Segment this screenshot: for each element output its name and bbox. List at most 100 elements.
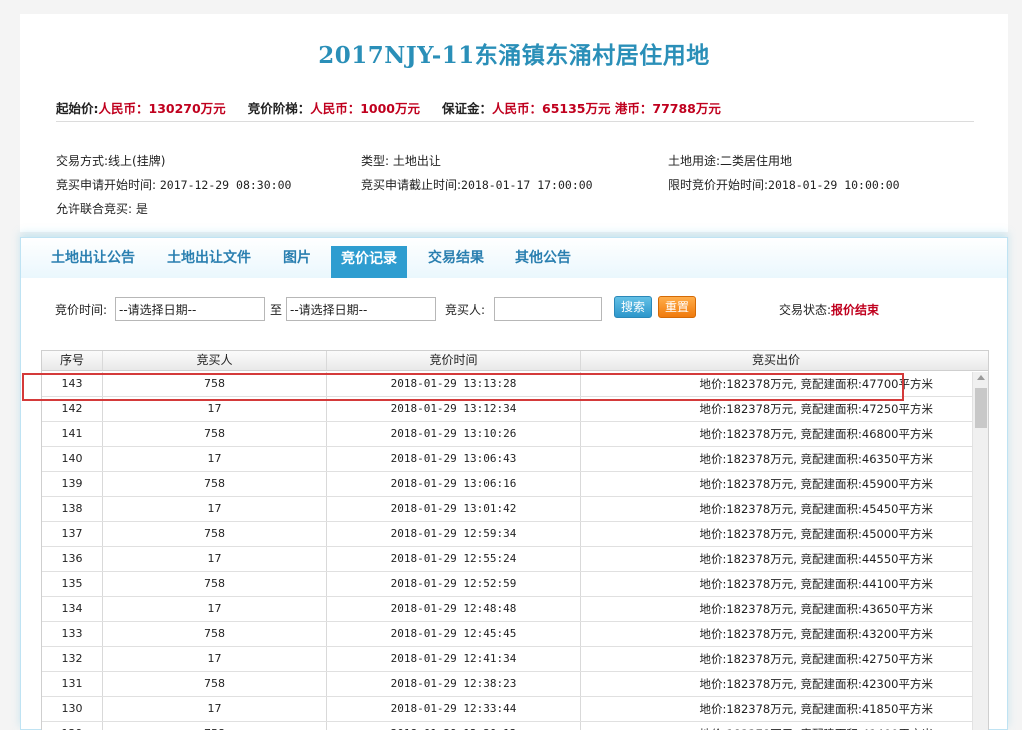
cell-bidder: 758 (103, 522, 327, 546)
table-row: 138 17 2018-01-29 13:01:42 地价:182378万元, 竞配建… (42, 497, 972, 522)
bidder-input[interactable] (494, 297, 602, 321)
table-row: 1297582018-01-29 12:30:12地价:182378万元, 竞配… (42, 722, 972, 730)
cell-bidder: 758 (103, 622, 327, 646)
cell-time: 2018-01-29 12:59:34 (327, 522, 581, 546)
cell-time: 2018-01-29 13:06:43 (327, 447, 581, 471)
table-row: 139 758 2018-01-29 13:06:16 地价:182378万元, 竞配… (42, 472, 972, 497)
tab-pictures[interactable]: 图片 (283, 246, 311, 276)
tab-bid-records[interactable]: 竞价记录 (331, 246, 407, 278)
apply-start: 竞买申请开始时间: 2017-12-29 08:30:00 (56, 176, 291, 193)
cell-offer: 地价:182378万元, 竞配建面积:43200平方米 (699, 627, 933, 641)
cell-offer: 地价:182378万元, 竞配建面积:47700平方米 (699, 377, 933, 391)
trade-status: 交易状态:报价结束 (779, 301, 879, 318)
cell-offer: 地价:182378万元, 竞配建面积:44100平方米 (699, 577, 933, 591)
start-date-input[interactable] (115, 297, 265, 321)
cell-offer: 地价:182378万元, 竞配建面积:42300平方米 (699, 677, 933, 691)
cell-no: 129 (42, 722, 103, 730)
cell-no: 133 (42, 622, 103, 646)
tab-documents[interactable]: 土地出让文件 (167, 246, 251, 276)
cell-offer: 地价:182378万元, 竞配建面积:44550平方米 (699, 552, 933, 566)
tab-announcement[interactable]: 土地出让公告 (51, 246, 135, 276)
table-row: 134 17 2018-01-29 12:48:48 地价:182378万元, 竞配建… (42, 597, 972, 622)
tab-results[interactable]: 交易结果 (428, 246, 484, 276)
bidder-label: 竞买人: (445, 303, 486, 317)
cell-no: 143 (42, 372, 103, 396)
cell-offer: 地价:182378万元, 竞配建面积:45900平方米 (699, 477, 933, 491)
apply-start-value: 2017-12-29 08:30:00 (159, 178, 292, 192)
cell-time: 2018-01-29 13:06:16 (327, 472, 581, 496)
cell-bidder: 758 (103, 722, 327, 730)
cell-no: 130 (42, 697, 103, 721)
cell-time: 2018-01-29 13:01:42 (327, 497, 581, 521)
land-info-card: 2017NJY-11东涌镇东涌村居住用地 起始价:人民币：130270万元 竞价阶… (20, 14, 1008, 232)
tab-bar: 土地出让公告 土地出让文件 图片 竞价记录 交易结果 其他公告 (21, 238, 1007, 278)
limit-start: 限时竞价开始时间:2018-01-29 10:00:00 (668, 176, 900, 193)
table-row: 136 17 2018-01-29 12:55:24 地价:182378万元, 竞配建… (42, 547, 972, 572)
cell-no: 134 (42, 597, 103, 621)
cell-time: 2018-01-29 12:45:45 (327, 622, 581, 646)
cell-bidder: 17 (103, 447, 327, 471)
apply-start-label: 竞买申请开始时间: (56, 178, 157, 192)
table-row: 131 758 2018-01-29 12:38:23 地价:182378万元, 竞配… (42, 672, 972, 697)
land-usage: 土地用途:二类居住用地 (668, 154, 793, 168)
end-date-input[interactable] (286, 297, 436, 321)
reset-button[interactable]: 重置 (658, 296, 696, 318)
table-row: 140 17 2018-01-29 13:06:43 地价:182378万元, 竞配建… (42, 447, 972, 472)
cell-bidder: 758 (103, 672, 327, 696)
cell-bidder: 17 (103, 397, 327, 421)
trade-status-label: 交易状态: (779, 303, 832, 317)
table-row: 133 758 2018-01-29 12:45:45 地价:182378万元, 竞配… (42, 622, 972, 647)
header-time: 竞价时间 (327, 351, 581, 370)
cell-offer: 地价:182378万元, 竞配建面积:45000平方米 (699, 527, 933, 541)
table-row: 135 758 2018-01-29 12:52:59 地价:182378万元, 竞配… (42, 572, 972, 597)
apply-end-label: 竞买申请截止时间: (361, 178, 462, 192)
header-bidder: 竞买人 (103, 351, 327, 370)
table-row: 137 758 2018-01-29 12:59:34 地价:182378万元, 竞配… (42, 522, 972, 547)
bid-step-value: 人民币：1000万元 (310, 101, 420, 116)
cell-bidder: 17 (103, 547, 327, 571)
cell-no: 138 (42, 497, 103, 521)
cell-time: 2018-01-29 12:52:59 (327, 572, 581, 596)
bid-time-label: 竞价时间: (55, 303, 108, 317)
search-button[interactable]: 搜索 (614, 296, 652, 318)
table-body: 143 758 2018-01-29 13:13:28 地价:182378万元, 竞配… (42, 372, 972, 730)
cell-no: 141 (42, 422, 103, 446)
cell-no: 137 (42, 522, 103, 546)
cell-bidder: 17 (103, 497, 327, 521)
start-price-label: 起始价: (56, 101, 99, 116)
limit-start-value: 2018-01-29 10:00:00 (768, 178, 900, 192)
cell-time: 2018-01-29 12:55:24 (327, 547, 581, 571)
table-header: 序号 竞买人 竞价时间 竞买出价 (42, 351, 988, 371)
deposit-hkd-value: 77788万元 (652, 101, 721, 116)
scroll-up-icon[interactable] (977, 375, 985, 380)
apply-end: 竞买申请截止时间:2018-01-17 17:00:00 (361, 176, 593, 193)
vertical-scrollbar[interactable] (972, 372, 988, 730)
cell-time: 2018-01-29 13:12:34 (327, 397, 581, 421)
apply-end-value: 2018-01-17 17:00:00 (461, 178, 593, 192)
cell-no: 131 (42, 672, 103, 696)
cell-time: 2018-01-29 12:33:44 (327, 697, 581, 721)
deposit-label: 保证金： (442, 101, 493, 116)
divider (56, 121, 974, 122)
cell-bidder: 17 (103, 697, 327, 721)
cell-offer: 地价:182378万元, 竞配建面积:46800平方米 (699, 427, 933, 441)
tab-other[interactable]: 其他公告 (515, 246, 571, 276)
cell-time: 2018-01-29 12:30:12 (327, 722, 581, 730)
start-price-value: 人民币：130270万元 (98, 101, 226, 116)
cell-time: 2018-01-29 12:41:34 (327, 647, 581, 671)
cell-bidder: 17 (103, 647, 327, 671)
cell-offer: 地价:182378万元, 竞配建面积:46350平方米 (699, 452, 933, 466)
cell-time: 2018-01-29 13:13:28 (327, 372, 581, 396)
bid-records-table: 序号 竞买人 竞价时间 竞买出价 143 758 2018-01-29 13:13:… (41, 350, 989, 730)
cell-no: 139 (42, 472, 103, 496)
deposit-rmb-value: 人民币：65135万元 (492, 101, 611, 116)
cell-no: 140 (42, 447, 103, 471)
table-row: 130 17 2018-01-29 12:33:44 地价:182378万元, 竞配建… (42, 697, 972, 722)
trade-method: 交易方式:线上(挂牌) (56, 154, 166, 168)
bidding-panel: 土地出让公告 土地出让文件 图片 竞价记录 交易结果 其他公告 竞价时间: 至 … (20, 237, 1008, 730)
scroll-thumb[interactable] (975, 388, 987, 428)
trade-status-value: 报价结束 (831, 303, 880, 317)
land-type: 类型: 土地出让 (361, 154, 441, 168)
cell-no: 132 (42, 647, 103, 671)
cell-offer: 地价:182378万元, 竞配建面积:42750平方米 (699, 652, 933, 666)
